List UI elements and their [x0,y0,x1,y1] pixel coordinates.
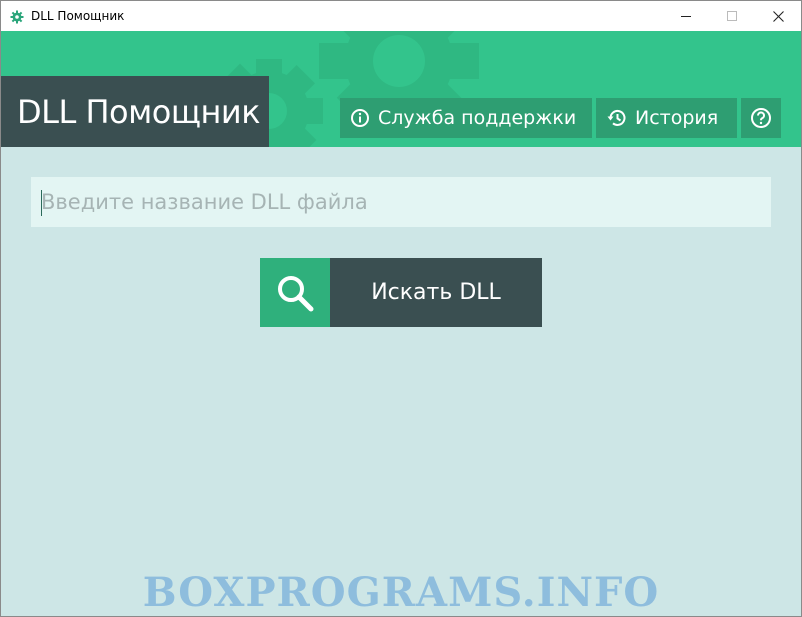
dll-search-input[interactable] [31,177,771,227]
help-button[interactable] [741,98,781,138]
close-button[interactable] [755,1,801,31]
info-icon [350,108,370,128]
history-icon [606,108,627,128]
search-dll-button[interactable]: Искать DLL [260,258,542,327]
support-button-label: Служба поддержки [378,107,577,129]
app-brand-title: DLL Помощник [17,92,261,131]
gear-icon [10,9,24,24]
question-icon [750,107,772,129]
support-button[interactable]: Служба поддержки [340,98,592,138]
minimize-button[interactable] [663,1,709,31]
app-window: DLL Помощник DLL Помощник Служба поддерж… [0,0,802,617]
close-icon [772,10,784,22]
watermark-text: BOXPROGRAMS.INFO [142,569,660,616]
history-button-label: История [635,107,719,129]
title-bar[interactable]: DLL Помощник [1,1,801,31]
search-icon [260,258,330,327]
minimize-icon [681,16,691,17]
history-button[interactable]: История [596,98,737,138]
search-dll-button-label: Искать DLL [330,258,542,327]
maximize-icon [727,11,737,21]
header-band: DLL Помощник Служба поддержки История [1,31,801,147]
maximize-button[interactable] [709,1,755,31]
app-brand: DLL Помощник [1,76,269,147]
window-title: DLL Помощник [31,9,125,23]
text-caret [41,190,42,216]
